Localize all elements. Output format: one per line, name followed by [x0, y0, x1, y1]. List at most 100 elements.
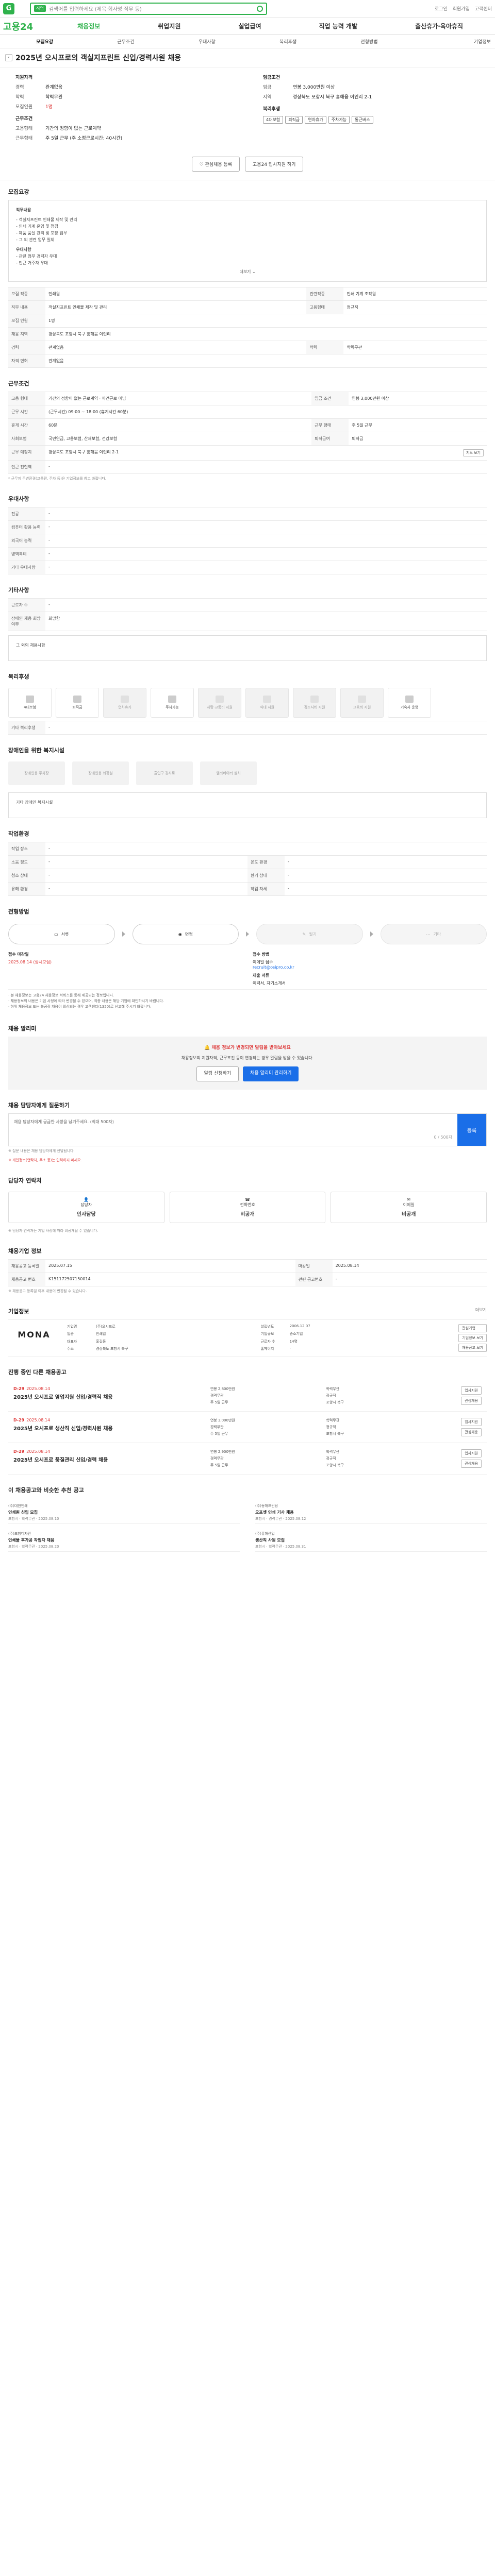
- section-title: 기업정보: [8, 1308, 29, 1315]
- rec-title[interactable]: 인쇄원 신입 모집: [8, 1510, 240, 1515]
- job-bookmark-button[interactable]: 관심채용: [461, 1397, 482, 1405]
- section-title: 장애인을 위한 복지시설: [8, 747, 64, 754]
- welfare-label: 퇴직금: [72, 705, 82, 709]
- section-title: 근무조건: [8, 380, 29, 387]
- row-value: -: [45, 561, 487, 574]
- search-input[interactable]: 직업 검색어를 입력하세요 (제목·회사명·직무 등): [30, 2, 267, 15]
- row-key: 근무 예정지: [8, 445, 45, 461]
- summary-value: 1명: [45, 105, 53, 110]
- arrow-right-icon: [122, 931, 125, 937]
- job-title[interactable]: 2025년 오시프로 영업지원 신입/경력직 채용: [13, 1393, 205, 1400]
- jobs-section: 진행 중인 다른 채용공고 D-29 2025.08.14 2025년 오시프로 …: [0, 1361, 495, 1479]
- tab-process[interactable]: 전형방법: [328, 38, 409, 45]
- recommend-item[interactable]: (주)포항디자인 인쇄물 후가공 작업자 채용 포항시 · 학력무관 · 2025.…: [8, 1529, 240, 1552]
- apply-button[interactable]: 고용24 입사지원 하기: [245, 157, 304, 172]
- row-value: 1명: [45, 314, 487, 328]
- search-icon[interactable]: [257, 5, 263, 12]
- tab-recruit[interactable]: 모집요강: [4, 38, 85, 45]
- job-date: 2025.08.14: [26, 1449, 51, 1454]
- row-key: 작업 자세: [248, 882, 285, 896]
- tab-prefer[interactable]: 우대사항: [167, 38, 248, 45]
- summary-value: 주 5일 근무 (주 소정근로시간: 40시간): [45, 136, 123, 141]
- menu-jobs[interactable]: 채용정보: [77, 22, 100, 30]
- recommend-item[interactable]: (주)흥해산업 생산직 사원 모집 포항시 · 학력무관 · 2025.08.31: [255, 1529, 487, 1552]
- recommend-item[interactable]: (주)대한인쇄 인쇄원 신입 모집 포항시 · 학력무관 · 2025.08.10: [8, 1501, 240, 1524]
- welfare-etc-table: 기타 복리후생 -: [8, 721, 487, 735]
- more-button[interactable]: 더보기 ⌄: [16, 268, 479, 275]
- menu-benefit[interactable]: 실업급여: [238, 22, 261, 30]
- rec-title[interactable]: 생산직 사원 모집: [255, 1537, 487, 1543]
- bookmark-button[interactable]: ♡ 관심채용 등록: [191, 157, 240, 172]
- company-more-link[interactable]: 더보기: [475, 1307, 487, 1315]
- row-value: 관계없음: [45, 354, 487, 368]
- field-key: 근로자 수: [260, 1339, 275, 1344]
- welfare-card: 교육비 지원: [340, 688, 384, 718]
- disability-card: 장애인용 화장실: [72, 761, 129, 785]
- desc-line: - 인쇄 기계 운영 및 점검: [16, 224, 58, 229]
- row-key: 온도 환경: [248, 855, 285, 869]
- section-title: 채용 담당자에게 질문하기: [8, 1102, 70, 1109]
- menu-support[interactable]: 취업지원: [158, 22, 180, 30]
- contact-value: 비공개: [401, 1212, 416, 1217]
- menu-leave[interactable]: 출산휴가·육아휴직: [415, 22, 463, 30]
- job-apply-button[interactable]: 입사지원: [461, 1449, 482, 1458]
- arrow-right-icon: [246, 931, 249, 937]
- house-icon: [405, 696, 414, 703]
- row-key: 채용공고 번호: [8, 1273, 45, 1286]
- apply-info: 접수 마감일 2025.08.14 (상시모집) 접수 방법 이메일 접수 re…: [8, 948, 487, 989]
- job-list-item[interactable]: D-29 2025.08.14 2025년 오시프로 영업지원 신입/경력직 채용…: [8, 1380, 487, 1412]
- row-value: -: [285, 855, 487, 869]
- tab-conditions[interactable]: 근무조건: [85, 38, 166, 45]
- row-value: 정규직: [343, 300, 487, 314]
- site-logo[interactable]: G: [3, 3, 14, 14]
- tab-company[interactable]: 기업정보: [410, 38, 491, 45]
- back-icon[interactable]: ‹: [5, 54, 12, 61]
- search-mode-select[interactable]: 직업: [34, 5, 46, 12]
- job-apply-button[interactable]: 입사지원: [461, 1386, 482, 1395]
- brand-name[interactable]: 고용24: [3, 20, 33, 33]
- row-key: 마감일: [295, 1259, 333, 1273]
- welfare-label: 4대보험: [24, 705, 36, 709]
- help-link[interactable]: 고객센터: [475, 5, 492, 12]
- job-list-item[interactable]: D-29 2025.08.14 2025년 오시프로 품질관리 신입/경력 채용 …: [8, 1443, 487, 1475]
- map-button[interactable]: 지도 보기: [463, 449, 484, 456]
- welfare-card: 주차가능: [151, 688, 194, 718]
- recommend-item[interactable]: (주)동해프린팅 오프셋 인쇄 기사 채용 포항시 · 경력무관 · 2025.08…: [255, 1501, 487, 1524]
- row-value: -: [45, 460, 487, 474]
- login-link[interactable]: 로그인: [435, 5, 448, 12]
- disability-card: 엘리베이터 설치: [200, 761, 257, 785]
- job-title[interactable]: 2025년 오시프로 품질관리 신입/경력 채용: [13, 1455, 205, 1463]
- signup-link[interactable]: 회원가입: [453, 5, 470, 12]
- alert-manage-button[interactable]: 채용 알리미 관리하기: [243, 1066, 299, 1081]
- apply-method: 이메일 접수: [253, 960, 273, 964]
- job-title[interactable]: 2025년 오시프로 생산직 신입/경력사원 채용: [13, 1424, 205, 1432]
- row-key: 장애인 채용 희망 여부: [8, 612, 45, 631]
- inquiry-input[interactable]: 채용 담당자에게 궁금한 사항을 남겨주세요. (최대 500자) 0 / 50…: [9, 1114, 457, 1146]
- contact-value: 비공개: [240, 1212, 255, 1217]
- rec-title[interactable]: 오프셋 인쇄 기사 채용: [255, 1510, 487, 1515]
- job-bookmark-button[interactable]: 관심채용: [461, 1428, 482, 1436]
- alert-subscribe-button[interactable]: 알림 신청하기: [196, 1066, 239, 1081]
- inquiry-submit-button[interactable]: 등록: [457, 1114, 486, 1146]
- job-bookmark-button[interactable]: 관심채용: [461, 1460, 482, 1468]
- row-key: 모집 인원: [8, 314, 45, 328]
- recommend-grid: (주)대한인쇄 인쇄원 신입 모집 포항시 · 학력무관 · 2025.08.10 …: [8, 1498, 487, 1555]
- recruit-section: 모집요강 직무내용 - 객실지프린트 인쇄물 제작 및 관리 - 인쇄 기계 운…: [0, 180, 495, 372]
- dday-badge: D-29: [13, 1418, 25, 1422]
- contact-label: 전화번호: [240, 1202, 255, 1207]
- step-label: 서류: [61, 931, 69, 937]
- company-info-button[interactable]: 기업정보 보기: [458, 1334, 487, 1342]
- apply-method-label: 접수 방법: [253, 952, 270, 957]
- rec-title[interactable]: 인쇄물 후가공 작업자 채용: [8, 1537, 240, 1543]
- job-list-item[interactable]: D-29 2025.08.14 2025년 오시프로 생산직 신입/경력사원 채용…: [8, 1412, 487, 1443]
- menu-training[interactable]: 직업 능력 개발: [319, 22, 358, 30]
- summary-value: 기간의 정함이 없는 근로계약: [45, 126, 101, 131]
- favorite-company-button[interactable]: 관심기업: [458, 1324, 487, 1332]
- company-jobs-button[interactable]: 채용공고 보기: [458, 1344, 487, 1352]
- field-value: -: [289, 1346, 291, 1350]
- tab-welfare[interactable]: 복리후생: [248, 38, 328, 45]
- job-apply-button[interactable]: 입사지원: [461, 1418, 482, 1426]
- meta-item: 연봉 3,000만원: [210, 1418, 235, 1422]
- apply-email[interactable]: recruit@osipro.co.kr: [253, 965, 487, 970]
- meta-item: 경력무관: [210, 1425, 224, 1429]
